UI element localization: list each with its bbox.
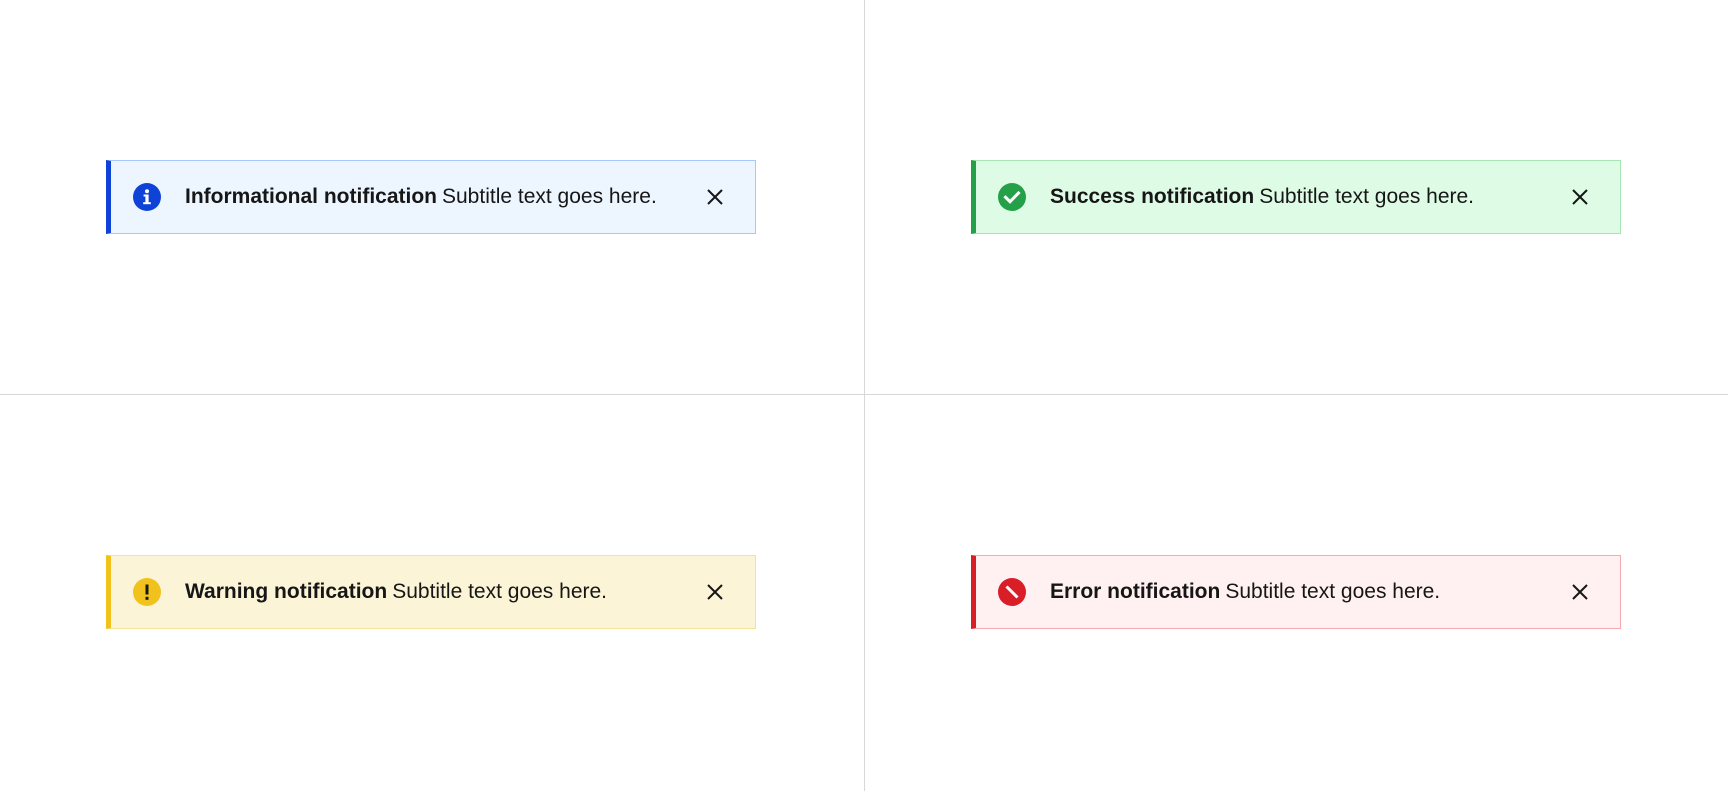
close-icon [706, 188, 724, 206]
close-button[interactable] [1556, 568, 1604, 616]
notification-subtitle: Subtitle text goes here. [442, 185, 657, 208]
notification-grid: Informational notification Subtitle text … [0, 0, 1728, 791]
warning-cell: Warning notification Subtitle text goes h… [0, 395, 865, 791]
success-notification: Success notification Subtitle text goes h… [971, 160, 1621, 234]
close-button[interactable] [1556, 173, 1604, 221]
error-cell: Error notification Subtitle text goes her… [865, 395, 1728, 791]
notification-title: Success notification [1050, 185, 1255, 208]
notification-text: Error notification Subtitle text goes her… [1050, 578, 1556, 606]
error-icon [998, 578, 1026, 606]
error-notification: Error notification Subtitle text goes her… [971, 555, 1621, 629]
checkmark-icon [998, 183, 1026, 211]
close-icon [1571, 583, 1589, 601]
notification-subtitle: Subtitle text goes here. [392, 580, 608, 603]
notification-subtitle: Subtitle text goes here. [1225, 580, 1441, 603]
notification-text: Informational notification Subtitle text … [185, 183, 691, 211]
notification-subtitle: Subtitle text goes here. [1259, 185, 1475, 208]
warning-icon [133, 578, 161, 606]
close-button[interactable] [691, 568, 739, 616]
notification-text: Success notification Subtitle text goes h… [1050, 183, 1556, 211]
success-cell: Success notification Subtitle text goes h… [865, 0, 1728, 395]
notification-text: Warning notification Subtitle text goes h… [185, 578, 691, 606]
warning-notification: Warning notification Subtitle text goes h… [106, 555, 756, 629]
info-icon [133, 183, 161, 211]
close-icon [1571, 188, 1589, 206]
info-cell: Informational notification Subtitle text … [0, 0, 865, 395]
close-icon [706, 583, 724, 601]
notification-title: Informational notification [185, 185, 437, 208]
notification-title: Warning notification [185, 580, 388, 603]
close-button[interactable] [691, 173, 739, 221]
info-notification: Informational notification Subtitle text … [106, 160, 756, 234]
notification-title: Error notification [1050, 580, 1221, 603]
